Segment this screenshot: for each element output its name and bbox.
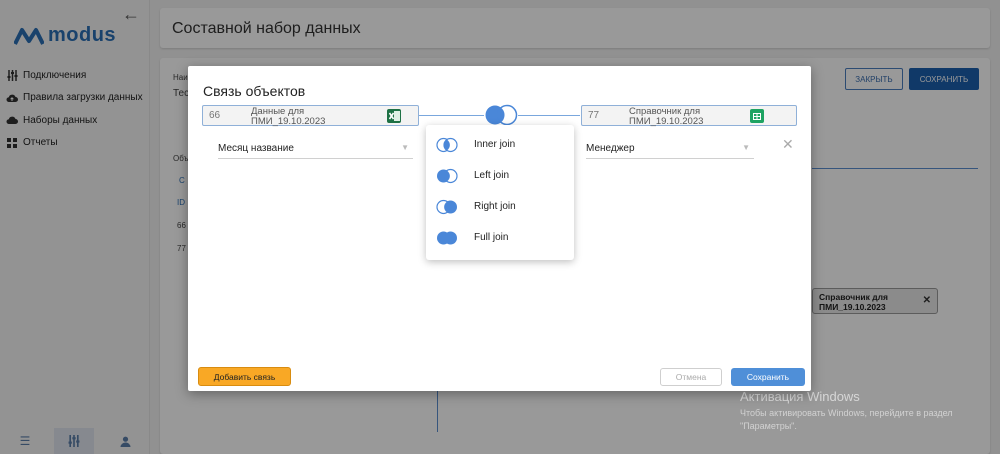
- join-type-toggle[interactable]: [484, 104, 518, 126]
- watermark-title: Активация Windows: [740, 389, 860, 404]
- connector-line: [419, 115, 484, 116]
- join-option-label: Full join: [474, 232, 509, 243]
- join-option-right[interactable]: Right join: [426, 192, 574, 223]
- left-field-value: Месяц название: [218, 143, 294, 154]
- right-object-name: Справочник для ПМИ_19.10.2023: [629, 106, 704, 127]
- excel-icon: [387, 109, 401, 123]
- full-join-icon: [437, 231, 457, 245]
- watermark-line: Чтобы активировать Windows, перейдите в …: [740, 408, 953, 418]
- chevron-down-icon: ▼: [401, 143, 409, 152]
- join-option-full[interactable]: Full join: [426, 223, 574, 254]
- right-field-select[interactable]: Менеджер ▼: [586, 138, 754, 159]
- cancel-button[interactable]: Отмена: [660, 368, 722, 386]
- add-link-button[interactable]: Добавить связь: [198, 367, 291, 386]
- right-field-value: Менеджер: [586, 143, 635, 154]
- dialog-title: Связь объектов: [203, 83, 306, 99]
- left-join-icon: [485, 104, 518, 126]
- join-option-label: Inner join: [474, 139, 516, 150]
- left-join-icon: [437, 168, 458, 184]
- watermark-line: "Параметры".: [740, 421, 797, 431]
- connector-line: [518, 115, 580, 116]
- left-object-name: Данные для ПМИ_19.10.2023: [251, 106, 326, 127]
- join-option-inner[interactable]: Inner join: [426, 130, 574, 161]
- join-option-label: Right join: [474, 201, 516, 212]
- join-option-left[interactable]: Left join: [426, 161, 574, 192]
- close-icon[interactable]: ✕: [782, 136, 794, 153]
- left-object-id: 66: [209, 110, 221, 121]
- left-object-box[interactable]: 66 Данные для ПМИ_19.10.2023: [202, 105, 419, 126]
- chevron-down-icon: ▼: [742, 143, 750, 152]
- right-object-box[interactable]: 77 Справочник для ПМИ_19.10.2023: [581, 105, 797, 126]
- save-button[interactable]: Сохранить: [731, 368, 805, 386]
- join-type-menu: Inner join Left join Right join Full joi…: [426, 125, 574, 260]
- left-field-select[interactable]: Месяц название ▼: [218, 138, 413, 159]
- sheets-icon: [750, 109, 764, 123]
- right-object-id: 77: [588, 110, 600, 121]
- right-join-icon: [436, 199, 457, 215]
- join-option-label: Left join: [474, 170, 510, 181]
- inner-join-icon: [436, 137, 458, 153]
